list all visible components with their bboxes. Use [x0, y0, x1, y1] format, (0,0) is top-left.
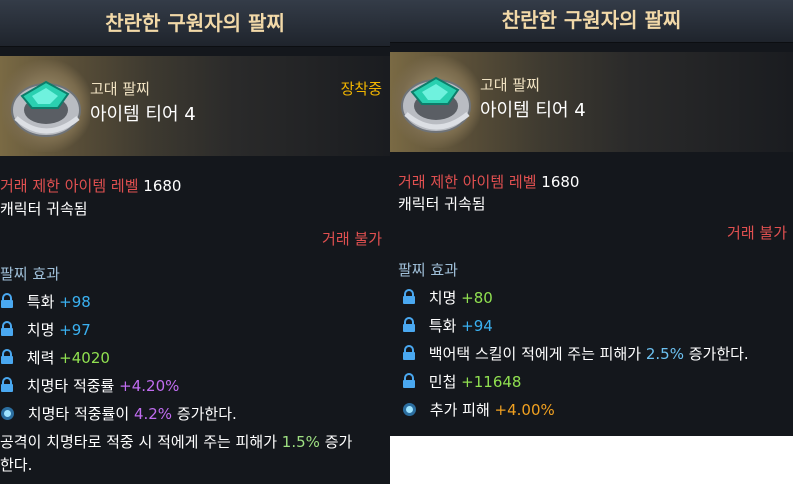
- trade-level-row: 거래 제한 아이템 레벨 1680: [0, 175, 181, 196]
- effect-row: 체력 +4020: [0, 347, 110, 368]
- lock-icon: [402, 345, 416, 361]
- effect-label: 특화: [26, 293, 55, 311]
- backattack-value: 2.5%: [645, 345, 684, 363]
- effect-row: 특화 +94: [402, 315, 493, 336]
- bracelet-image: [2, 60, 90, 152]
- trade-level-label: 거래 제한 아이템 레벨: [0, 177, 139, 195]
- effect-label: 민첩: [428, 373, 457, 391]
- effect-value: +4020: [59, 349, 110, 367]
- trade-level-value: 1680: [143, 177, 182, 195]
- description-line-2: 한다.: [0, 456, 33, 474]
- special-suffix: 증가한다.: [176, 405, 237, 423]
- bound-text: 캐릭터 귀속됨: [398, 195, 486, 213]
- effect-value: +98: [59, 293, 91, 311]
- section-title: 팔찌 효과: [398, 261, 458, 279]
- special-prefix: 치명타 적중률이: [27, 405, 130, 423]
- no-trade-text: 거래 불가: [322, 230, 382, 248]
- lock-icon: [402, 289, 416, 305]
- effect-value: +94: [461, 317, 493, 335]
- item-grade: 고대 팔찌: [90, 80, 150, 98]
- left-tooltip-panel: 찬란한 구원자의 팔찌 고대 팔찌 아이템 티어 4 장착중 거래 제한 아이템…: [0, 0, 390, 484]
- right-tooltip-panel: 찬란한 구원자의 팔찌 고대 팔찌 아이템 티어 4 거래 제한 아이템 레벨 …: [390, 0, 793, 436]
- gem-icon: [0, 406, 15, 421]
- backattack-prefix: 백어택 스킬이 적에게 주는 피해가: [428, 345, 642, 363]
- desc-value: 1.5%: [281, 433, 320, 451]
- item-header: 고대 팔찌 아이템 티어 4: [390, 52, 793, 152]
- effect-row: 치명 +97: [0, 319, 91, 340]
- item-title: 찬란한 구원자의 팔찌: [0, 0, 390, 47]
- effect-value: +97: [59, 321, 91, 339]
- special-effect-row: 치명타 적중률이 4.2% 증가한다.: [0, 403, 237, 424]
- effect-row: 특화 +98: [0, 291, 91, 312]
- backattack-suffix: 증가한다.: [688, 345, 749, 363]
- effect-label: 체력: [26, 349, 55, 367]
- section-title: 팔찌 효과: [0, 265, 60, 283]
- effect-label: 특화: [428, 317, 457, 335]
- effect-row: 치명타 적중률 +4.20%: [0, 375, 179, 396]
- item-tier: 아이템 티어 4: [480, 100, 586, 121]
- lock-icon: [0, 321, 14, 337]
- special-value: 4.2%: [133, 405, 173, 423]
- item-grade: 고대 팔찌: [480, 76, 540, 94]
- lock-icon: [0, 349, 14, 365]
- effect-row: 민첩 +11648: [402, 371, 521, 392]
- trade-level-value: 1680: [541, 173, 580, 191]
- bracelet-image: [392, 56, 480, 148]
- lock-icon: [0, 293, 14, 309]
- description-line-1: 공격이 치명타로 적중 시 적에게 주는 피해가 1.5% 증가: [0, 431, 352, 452]
- lock-icon: [402, 317, 416, 333]
- desc-suffix: 증가: [324, 433, 353, 451]
- item-tier: 아이템 티어 4: [90, 104, 196, 125]
- no-trade-text: 거래 불가: [727, 224, 787, 242]
- lock-icon: [402, 373, 416, 389]
- lock-icon: [0, 377, 14, 393]
- extra-label: 추가 피해: [429, 401, 490, 419]
- effect-value: +80: [461, 289, 493, 307]
- item-header: 고대 팔찌 아이템 티어 4 장착중: [0, 56, 390, 156]
- backattack-row: 백어택 스킬이 적에게 주는 피해가 2.5% 증가한다.: [402, 343, 749, 364]
- equipped-badge: 장착중: [340, 80, 382, 98]
- effect-value: +4.20%: [119, 377, 180, 395]
- gem-icon: [402, 402, 417, 417]
- effect-label: 치명: [26, 321, 55, 339]
- trade-level-label: 거래 제한 아이템 레벨: [398, 173, 537, 191]
- extra-damage-row: 추가 피해 +4.00%: [402, 399, 555, 420]
- bound-text: 캐릭터 귀속됨: [0, 200, 88, 218]
- trade-level-row: 거래 제한 아이템 레벨 1680: [398, 171, 579, 192]
- effect-value: +11648: [461, 373, 522, 391]
- item-title: 찬란한 구원자의 팔찌: [390, 0, 793, 43]
- effect-label: 치명: [428, 289, 457, 307]
- desc-prefix: 공격이 치명타로 적중 시 적에게 주는 피해가: [0, 433, 278, 451]
- effect-label: 치명타 적중률: [26, 377, 115, 395]
- extra-value: +4.00%: [494, 401, 555, 419]
- effect-row: 치명 +80: [402, 287, 493, 308]
